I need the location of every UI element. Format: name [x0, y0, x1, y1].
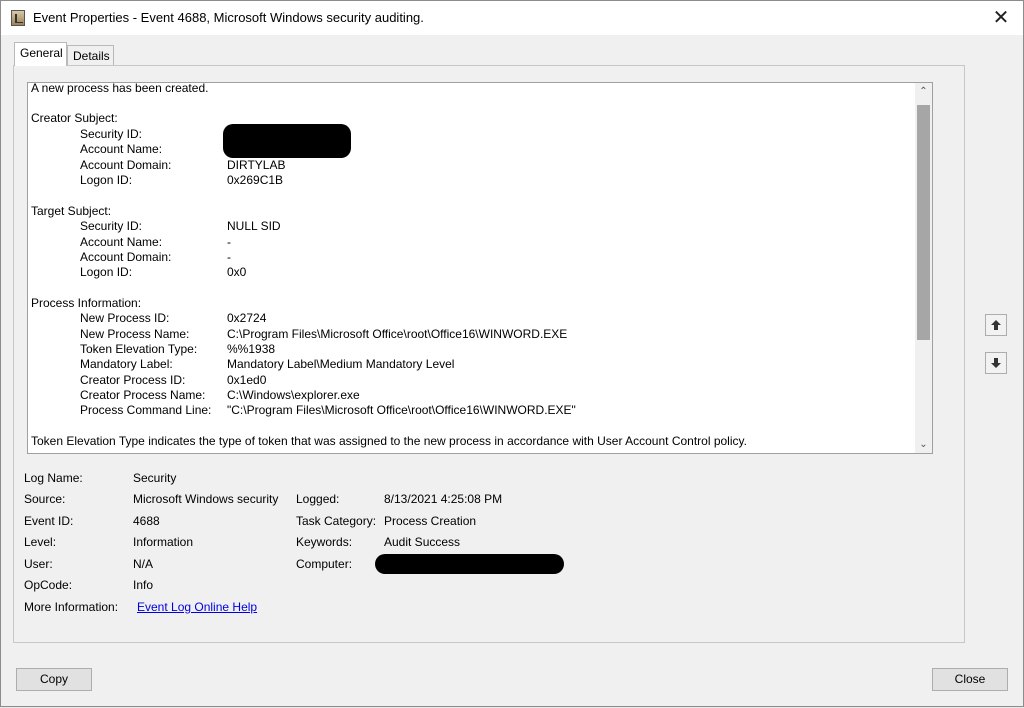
tab-general[interactable]: General	[14, 42, 67, 66]
creator-security-id-label: Security ID:	[80, 127, 143, 141]
target-account-domain-value: -	[227, 250, 231, 264]
event-properties-window: Event Properties - Event 4688, Microsoft…	[0, 0, 1024, 707]
target-subject-heading: Target Subject:	[31, 204, 112, 218]
new-process-name-value: C:\Program Files\Microsoft Office\root\O…	[227, 327, 568, 341]
token-elevation-type-label: Token Elevation Type:	[80, 342, 198, 356]
description-scrollbar[interactable]: ⌃ ⌄	[915, 83, 932, 453]
target-security-id-value: NULL SID	[227, 219, 281, 233]
user-label: User:	[24, 557, 53, 571]
tab-details[interactable]: Details	[67, 45, 114, 66]
close-button[interactable]: Close	[932, 668, 1008, 691]
message-intro: A new process has been created.	[31, 82, 209, 95]
target-account-domain-label: Account Domain:	[80, 250, 172, 264]
token-elevation-note: Token Elevation Type indicates the type …	[31, 434, 747, 448]
event-id-value: 4688	[133, 514, 160, 528]
scrollbar-thumb[interactable]	[917, 105, 930, 340]
event-viewer-icon	[11, 10, 25, 26]
logged-value: 8/13/2021 4:25:08 PM	[384, 492, 503, 506]
scroll-down-arrow-icon[interactable]: ⌄	[915, 436, 932, 453]
next-event-button[interactable]	[985, 352, 1007, 374]
target-security-id-label: Security ID:	[80, 219, 143, 233]
creator-process-id-value: 0x1ed0	[227, 373, 267, 387]
log-name-label: Log Name:	[24, 471, 83, 485]
logged-label: Logged:	[296, 492, 340, 506]
source-label: Source:	[24, 492, 66, 506]
arrow-down-icon	[991, 358, 1001, 368]
target-account-name-value: -	[227, 235, 231, 249]
creator-account-domain-label: Account Domain:	[80, 158, 172, 172]
source-value: Microsoft Windows security	[133, 492, 279, 506]
creator-process-name-value: C:\Windows\explorer.exe	[227, 388, 360, 402]
scroll-up-arrow-icon[interactable]: ⌃	[915, 83, 932, 100]
log-name-value: Security	[133, 471, 177, 485]
more-information-label: More Information:	[24, 600, 119, 614]
target-logon-id-label: Logon ID:	[80, 265, 133, 279]
computer-label: Computer:	[296, 557, 353, 571]
task-category-label: Task Category:	[296, 514, 377, 528]
event-log-online-help-link[interactable]: Event Log Online Help	[137, 600, 257, 614]
new-process-name-label: New Process Name:	[80, 327, 190, 341]
opcode-value: Info	[133, 578, 154, 592]
new-process-id-value: 0x2724	[227, 311, 267, 325]
creator-process-name-label: Creator Process Name:	[80, 388, 206, 402]
keywords-value: Audit Success	[384, 535, 461, 549]
user-value: N/A	[133, 557, 154, 571]
target-account-name-label: Account Name:	[80, 235, 163, 249]
task-category-value: Process Creation	[384, 514, 477, 528]
creator-process-id-label: Creator Process ID:	[80, 373, 186, 387]
redacted-creator-identity	[223, 124, 351, 158]
window-title: Event Properties - Event 4688, Microsoft…	[33, 10, 424, 25]
level-label: Level:	[24, 535, 57, 549]
creator-logon-id-label: Logon ID:	[80, 173, 133, 187]
redacted-computer-name	[375, 554, 564, 574]
previous-event-button[interactable]	[985, 314, 1007, 336]
opcode-label: OpCode:	[24, 578, 73, 592]
creator-account-name-label: Account Name:	[80, 142, 163, 156]
process-command-line-label: Process Command Line:	[80, 403, 212, 417]
close-window-button[interactable]: ✕	[979, 1, 1023, 35]
arrow-up-icon	[991, 320, 1001, 330]
mandatory-label-value: Mandatory Label\Medium Mandatory Level	[227, 357, 455, 371]
creator-subject-heading: Creator Subject:	[31, 111, 118, 125]
title-bar: Event Properties - Event 4688, Microsoft…	[1, 1, 1023, 35]
level-value: Information	[133, 535, 194, 549]
process-information-heading: Process Information:	[31, 296, 142, 310]
mandatory-label-label: Mandatory Label:	[80, 357, 173, 371]
new-process-id-label: New Process ID:	[80, 311, 170, 325]
process-command-line-value: "C:\Program Files\Microsoft Office\root\…	[227, 403, 576, 417]
event-description-textbox[interactable]: A new process has been created. Creator …	[27, 82, 933, 454]
copy-button[interactable]: Copy	[16, 668, 92, 691]
target-logon-id-value: 0x0	[227, 265, 247, 279]
creator-account-domain-value: DIRTYLAB	[227, 158, 286, 172]
creator-logon-id-value: 0x269C1B	[227, 173, 284, 187]
event-id-label: Event ID:	[24, 514, 74, 528]
token-elevation-type-value: %%1938	[227, 342, 276, 356]
keywords-label: Keywords:	[296, 535, 353, 549]
